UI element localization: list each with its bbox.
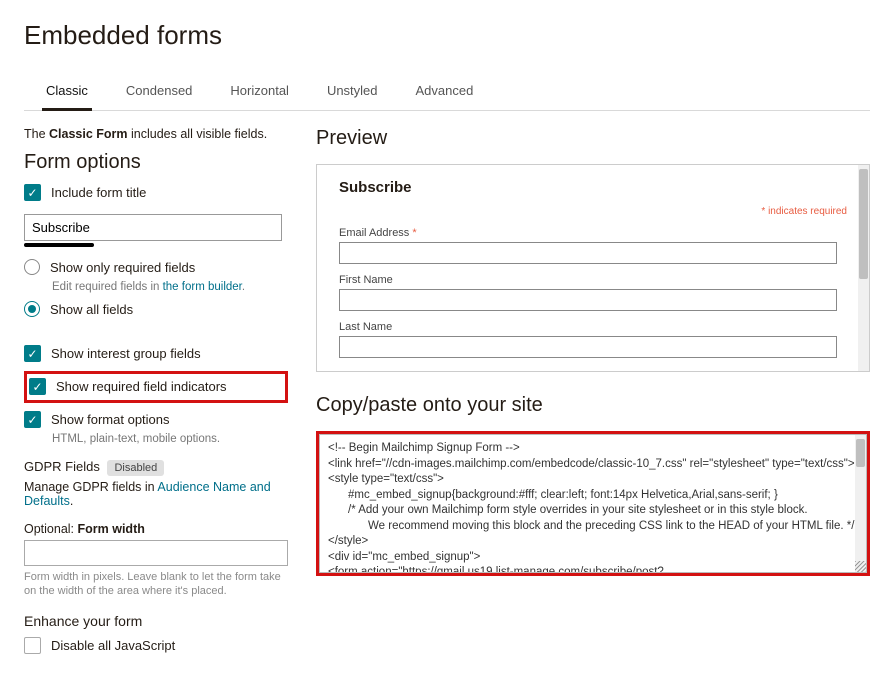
preview-heading: Preview: [316, 127, 870, 150]
page-title: Embedded forms: [24, 20, 870, 51]
form-width-hint: Form width in pixels. Leave blank to let…: [24, 570, 288, 599]
interest-groups-label: Show interest group fields: [51, 345, 201, 363]
intro-text: The Classic Form includes all visible fi…: [24, 127, 288, 141]
show-all-fields-radio[interactable]: [24, 301, 40, 317]
tab-classic[interactable]: Classic: [42, 75, 92, 111]
copy-paste-heading: Copy/paste onto your site: [316, 394, 870, 417]
preview-panel: Subscribe * indicates required Email Add…: [316, 164, 870, 372]
show-only-required-radio[interactable]: [24, 259, 40, 275]
tab-unstyled[interactable]: Unstyled: [323, 75, 382, 110]
form-options-heading: Form options: [24, 151, 288, 174]
format-options-checkbox[interactable]: ✓: [24, 411, 41, 428]
form-style-tabs: Classic Condensed Horizontal Unstyled Ad…: [24, 75, 870, 111]
include-title-checkbox[interactable]: ✓: [24, 184, 41, 201]
gdpr-heading: GDPR Fields: [24, 459, 100, 474]
disable-js-label: Disable all JavaScript: [51, 637, 175, 655]
preview-scrollbar[interactable]: [858, 165, 869, 371]
form-width-input[interactable]: [24, 540, 288, 566]
format-options-label: Show format options: [51, 411, 170, 429]
email-label: Email Address *: [339, 227, 847, 239]
gdpr-desc: Manage GDPR fields in Audience Name and …: [24, 480, 288, 508]
first-name-input[interactable]: [339, 289, 837, 311]
form-builder-link[interactable]: the form builder: [163, 281, 242, 293]
enhance-heading: Enhance your form: [24, 613, 288, 629]
last-name-label: Last Name: [339, 321, 847, 333]
tab-condensed[interactable]: Condensed: [122, 75, 197, 110]
code-highlight: <!-- Begin Mailchimp Signup Form --> <li…: [316, 431, 870, 576]
format-options-sub: HTML, plain-text, mobile options.: [52, 433, 288, 445]
form-width-label: Optional: Form width: [24, 522, 288, 536]
last-name-input[interactable]: [339, 336, 837, 358]
indicates-required: * indicates required: [339, 206, 847, 217]
required-indicators-highlight: ✓ Show required field indicators: [24, 371, 288, 403]
embed-code-textarea[interactable]: <!-- Begin Mailchimp Signup Form --> <li…: [319, 434, 867, 573]
show-all-fields-label: Show all fields: [50, 301, 133, 319]
preview-title: Subscribe: [339, 179, 847, 196]
disable-js-checkbox[interactable]: [24, 637, 41, 654]
interest-groups-checkbox[interactable]: ✓: [24, 345, 41, 362]
show-only-required-label: Show only required fields: [50, 259, 195, 277]
required-indicators-checkbox[interactable]: ✓: [29, 378, 46, 395]
form-title-input[interactable]: [24, 214, 282, 241]
tab-horizontal[interactable]: Horizontal: [226, 75, 293, 110]
tab-advanced[interactable]: Advanced: [412, 75, 478, 110]
email-input[interactable]: [339, 242, 837, 264]
code-scrollbar[interactable]: [855, 435, 866, 572]
edit-required-sub: Edit required fields in the form builder…: [52, 281, 288, 293]
include-title-label: Include form title: [51, 184, 146, 202]
title-underline: [24, 243, 94, 247]
resize-handle-icon[interactable]: [855, 561, 866, 572]
gdpr-disabled-pill: Disabled: [107, 460, 164, 476]
first-name-label: First Name: [339, 274, 847, 286]
required-indicators-label: Show required field indicators: [56, 378, 227, 396]
